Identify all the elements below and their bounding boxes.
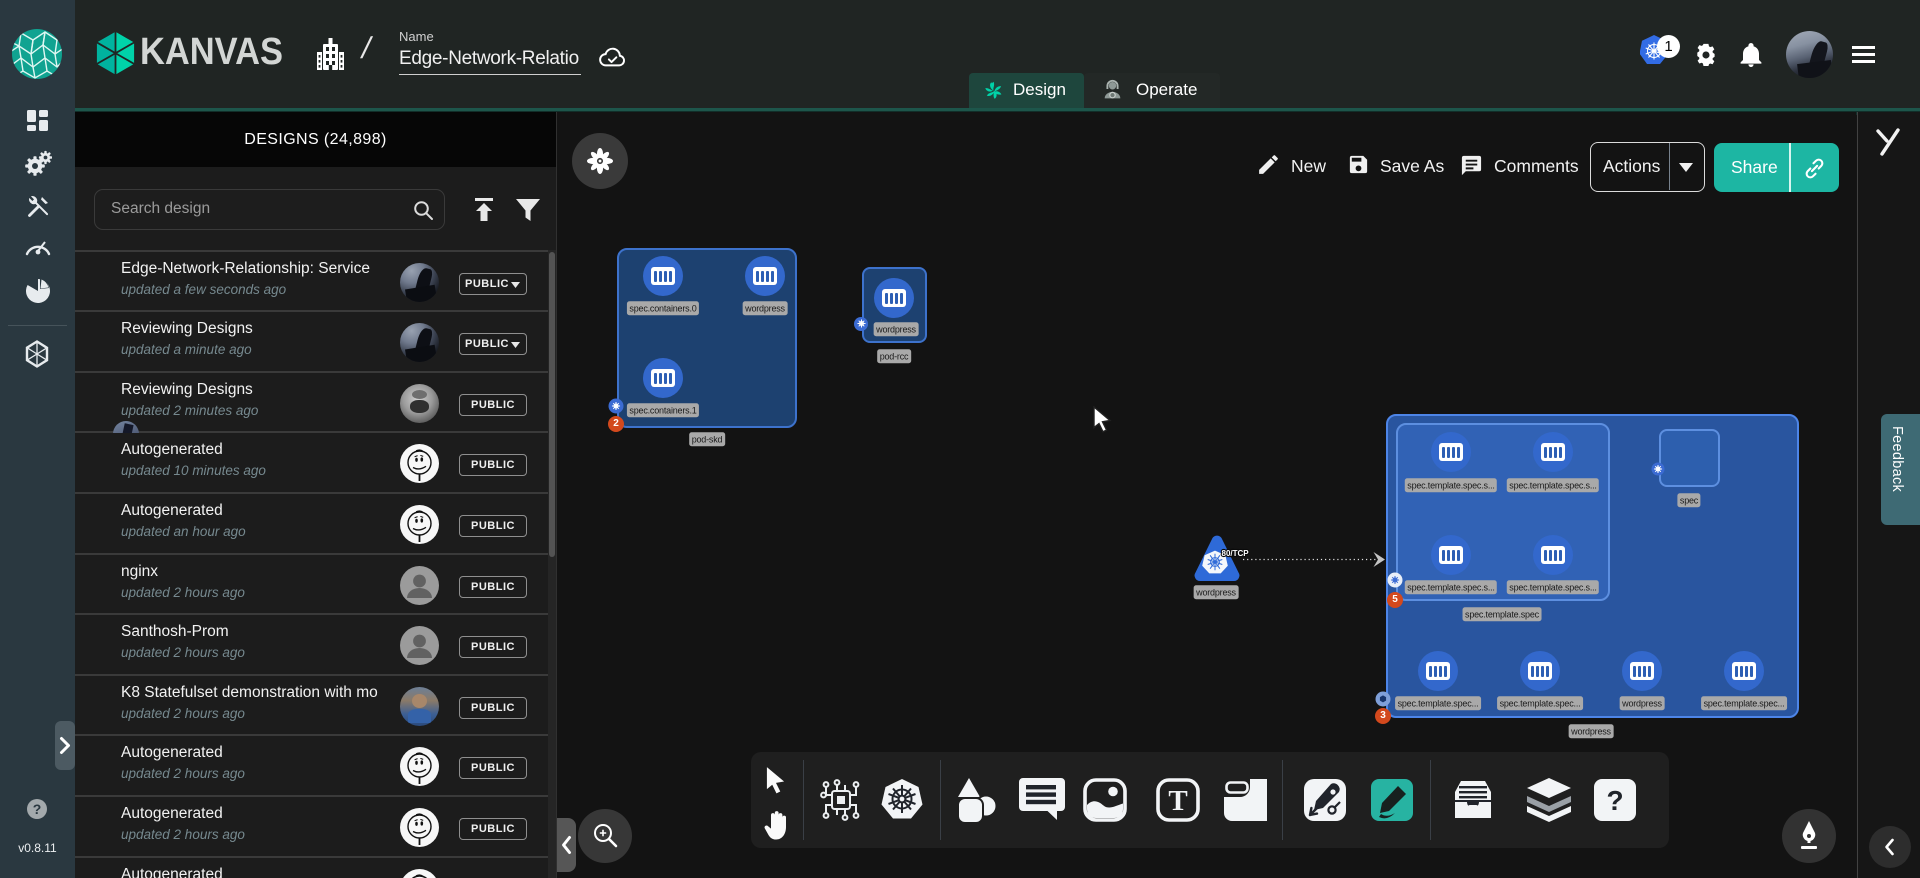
- svg-text:?: ?: [1606, 785, 1623, 816]
- svg-text:T: T: [1168, 785, 1187, 817]
- svg-text:80/TCP: 80/TCP: [1222, 549, 1250, 558]
